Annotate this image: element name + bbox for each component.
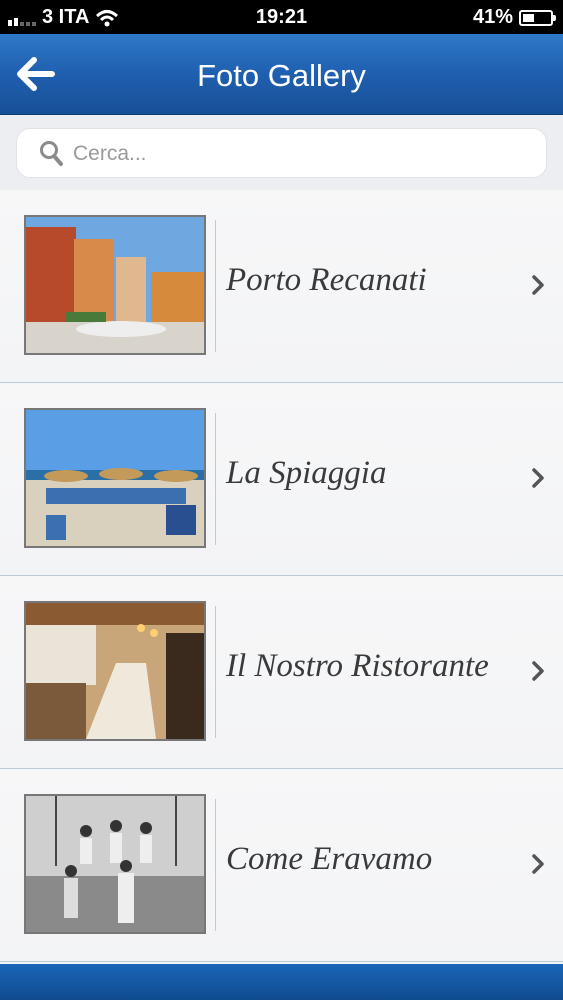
bottom-bar: [0, 964, 563, 1000]
battery-status: 41%: [472, 6, 556, 29]
gallery-list: Porto Recanati La Spiaggia Il Nostro Ris…: [0, 190, 563, 962]
status-bar: 3 ITA 19:21 41%: [0, 0, 563, 34]
gallery-item-il-nostro-ristorante[interactable]: Il Nostro Ristorante: [0, 576, 563, 769]
gallery-item-label: Porto Recanati: [226, 262, 427, 298]
gallery-item-come-eravamo[interactable]: Come Eravamo: [0, 769, 563, 962]
chevron-right-icon: [532, 275, 544, 295]
gallery-item-la-spiaggia[interactable]: La Spiaggia: [0, 383, 563, 576]
gallery-item-label: La Spiaggia: [226, 455, 387, 491]
chevron-right-icon: [532, 468, 544, 488]
search-field[interactable]: [16, 128, 547, 178]
search-input[interactable]: [71, 138, 535, 170]
gallery-thumbnail: [24, 794, 206, 934]
page-title: Foto Gallery: [197, 58, 366, 93]
row-divider: [215, 606, 216, 738]
chevron-right-icon: [532, 854, 544, 874]
row-divider: [215, 799, 216, 931]
row-divider: [215, 220, 216, 352]
gallery-item-porto-recanati[interactable]: Porto Recanati: [0, 190, 563, 383]
battery-icon: [519, 9, 556, 26]
nav-bar: Foto Gallery: [0, 34, 563, 115]
gallery-item-label: Come Eravamo: [226, 841, 433, 877]
row-divider: [215, 413, 216, 545]
gallery-thumbnail: [24, 408, 206, 548]
gallery-item-label: Il Nostro Ristorante: [226, 648, 489, 684]
gallery-thumbnail: [24, 215, 206, 355]
search-bar: [0, 115, 563, 190]
chevron-right-icon: [532, 661, 544, 681]
search-icon: [40, 141, 63, 166]
battery-percent: 41%: [472, 6, 513, 28]
gallery-thumbnail: [24, 601, 206, 741]
